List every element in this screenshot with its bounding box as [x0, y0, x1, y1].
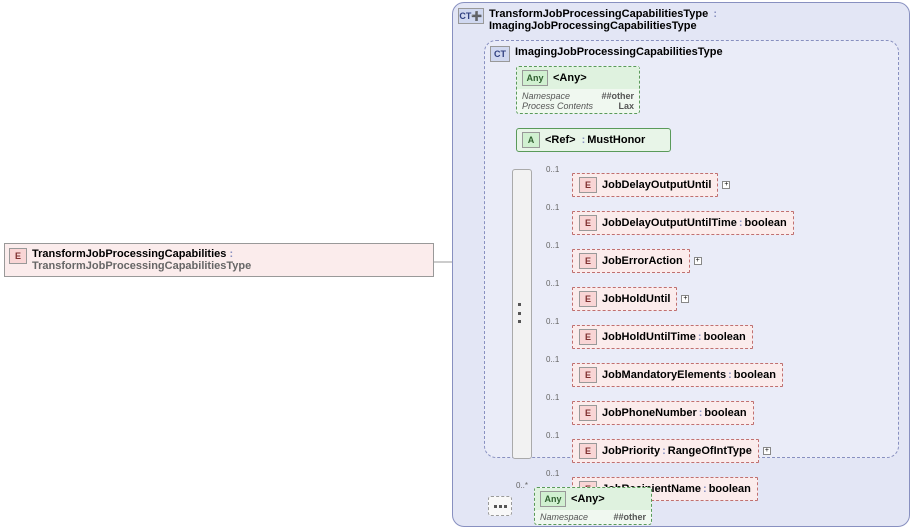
element-type: boolean — [709, 483, 751, 495]
ct-base: ImagingJobProcessingCapabilitiesType — [489, 20, 697, 32]
occurs-label: 0..1 — [546, 317, 559, 326]
occurs-label: 0..1 — [546, 279, 559, 288]
root-element-type: TransformJobProcessingCapabilitiesType — [32, 260, 251, 272]
any-label: <Any> — [553, 72, 587, 84]
bottom-sequence: 0..* Any <Any> Namespace ##other — [488, 487, 652, 525]
occurs-label: 0..1 — [546, 469, 559, 478]
any-badge: Any — [522, 70, 548, 86]
occurs-label: 0..1 — [546, 355, 559, 364]
occurs-label: 0..1 — [546, 393, 559, 402]
element-row: 0..1EJobPhoneNumber : boolean — [572, 401, 794, 425]
complex-type-header: CT➕ TransformJobProcessingCapabilitiesTy… — [458, 8, 904, 32]
element-name: JobErrorAction — [602, 255, 683, 267]
element-box[interactable]: EJobDelayOutputUntilTime : boolean — [572, 211, 794, 235]
element-row: 0..1EJobDelayOutputUntil+ — [572, 173, 794, 197]
element-badge: E — [579, 443, 597, 459]
expand-icon[interactable]: + — [722, 181, 730, 189]
ct-inner-badge: CT — [490, 46, 510, 62]
ct-badge: CT➕ — [458, 8, 484, 24]
bottom-any-ns-label: Namespace — [540, 512, 588, 522]
element-row: 0..1EJobHoldUntilTime : boolean — [572, 325, 794, 349]
bottom-any-badge: Any — [540, 491, 566, 507]
any-pc-label: Process Contents — [522, 101, 593, 111]
element-box[interactable]: E JobErrorAction — [572, 249, 690, 273]
ct-inner-name: ImagingJobProcessingCapabilitiesType — [515, 46, 723, 58]
element-row: 0..1EJobErrorAction+ — [572, 249, 794, 273]
element-badge: E — [9, 248, 27, 264]
element-box[interactable]: E JobHoldUntil — [572, 287, 677, 311]
ref-name: MustHonor — [587, 134, 645, 146]
element-row: 0..1EJobMandatoryElements : boolean — [572, 363, 794, 387]
element-row: 0..1EJobDelayOutputUntilTime : boolean — [572, 211, 794, 235]
bottom-occurs: 0..* — [516, 481, 528, 490]
element-box[interactable]: EJobMandatoryElements : boolean — [572, 363, 783, 387]
occurs-label: 0..1 — [546, 241, 559, 250]
any-wildcard: Any <Any> Namespace ##other Process Cont… — [516, 66, 640, 114]
root-element-name: TransformJobProcessingCapabilities — [32, 248, 226, 260]
any-pc-value: Lax — [618, 101, 634, 111]
element-badge: E — [579, 367, 597, 383]
ct-name: TransformJobProcessingCapabilitiesType — [489, 8, 708, 20]
attribute-ref: A <Ref> : MustHonor — [516, 128, 671, 152]
element-name: JobDelayOutputUntil — [602, 179, 711, 191]
bottom-any-label: <Any> — [571, 493, 605, 505]
element-name: JobMandatoryElements — [602, 369, 726, 381]
element-name: JobDelayOutputUntilTime — [602, 217, 737, 229]
occurs-label: 0..1 — [546, 431, 559, 440]
element-box[interactable]: E JobDelayOutputUntil — [572, 173, 718, 197]
element-name: JobHoldUntilTime — [602, 331, 696, 343]
element-badge: E — [579, 291, 597, 307]
any-ns-value: ##other — [601, 91, 634, 101]
expand-icon[interactable]: + — [763, 447, 771, 455]
attr-badge: A — [522, 132, 540, 148]
bottom-any-ns-value: ##other — [614, 512, 647, 522]
element-list: 0..1EJobDelayOutputUntil+0..1EJobDelayOu… — [572, 173, 794, 515]
element-name: JobHoldUntil — [602, 293, 670, 305]
element-type: RangeOfIntType — [668, 445, 752, 457]
element-box[interactable]: EJobPriority : RangeOfIntType — [572, 439, 759, 463]
element-name: JobPhoneNumber — [602, 407, 697, 419]
element-box[interactable]: EJobPhoneNumber : boolean — [572, 401, 754, 425]
element-badge: E — [579, 177, 597, 193]
element-badge: E — [579, 329, 597, 345]
occurs-label: 0..1 — [546, 203, 559, 212]
element-type: boolean — [704, 331, 746, 343]
ref-label: <Ref> — [545, 134, 576, 146]
bottom-any-wildcard: Any <Any> Namespace ##other — [534, 487, 652, 525]
root-element: E TransformJobProcessingCapabilities : T… — [4, 243, 434, 277]
expand-icon[interactable]: + — [681, 295, 689, 303]
choice-icon — [488, 496, 512, 516]
element-row: 0..1EJobHoldUntil+ — [572, 287, 794, 311]
element-badge: E — [579, 253, 597, 269]
expand-icon[interactable]: + — [694, 257, 702, 265]
element-type: boolean — [745, 217, 787, 229]
element-box[interactable]: EJobHoldUntilTime : boolean — [572, 325, 753, 349]
sequence-dots-icon — [518, 303, 526, 323]
element-row: 0..1EJobPriority : RangeOfIntType+ — [572, 439, 794, 463]
element-badge: E — [579, 215, 597, 231]
element-badge: E — [579, 405, 597, 421]
any-ns-label: Namespace — [522, 91, 570, 101]
occurs-label: 0..1 — [546, 165, 559, 174]
element-type: boolean — [734, 369, 776, 381]
element-name: JobPriority — [602, 445, 660, 457]
element-type: boolean — [704, 407, 746, 419]
